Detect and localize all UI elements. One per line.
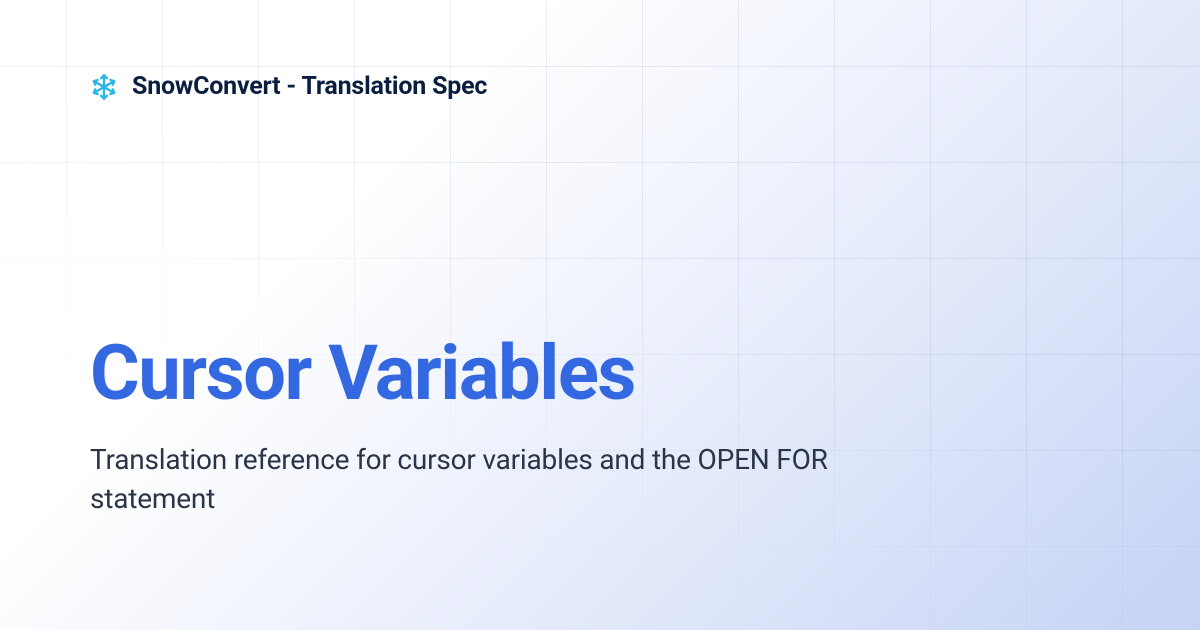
content-container: SnowConvert - Translation Spec Cursor Va… bbox=[0, 0, 1200, 630]
breadcrumb-separator: - bbox=[280, 72, 301, 101]
page-description: Translation reference for cursor variabl… bbox=[90, 440, 840, 518]
product-name: SnowConvert bbox=[132, 72, 280, 101]
section-name: Translation Spec bbox=[301, 72, 487, 101]
header: SnowConvert - Translation Spec bbox=[90, 72, 1110, 101]
breadcrumb: SnowConvert - Translation Spec bbox=[132, 72, 487, 101]
main-section: Cursor Variables Translation reference f… bbox=[90, 332, 1110, 558]
snowflake-icon bbox=[90, 73, 118, 101]
page-title: Cursor Variables bbox=[90, 332, 1110, 416]
